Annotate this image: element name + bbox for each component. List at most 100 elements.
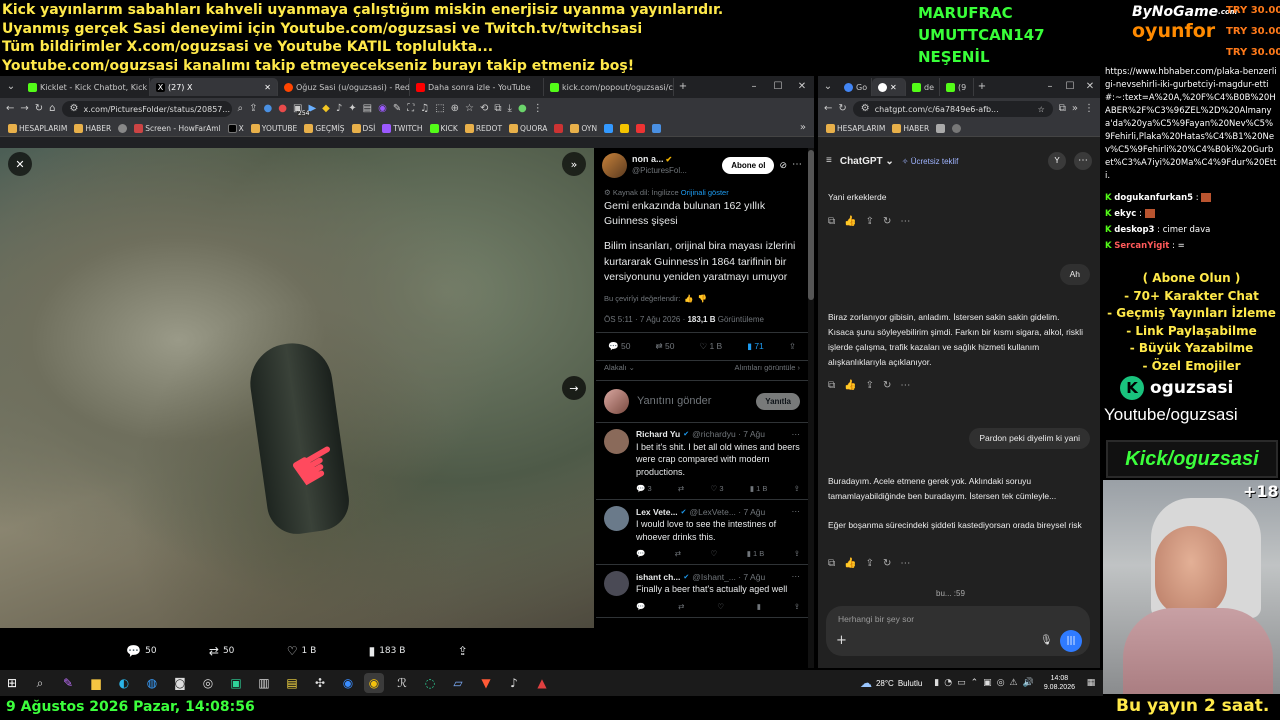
- reply-author[interactable]: ishant ch...: [636, 572, 680, 582]
- tray-icon[interactable]: ◔: [944, 678, 952, 688]
- retweet-button[interactable]: ⇄: [678, 602, 684, 611]
- app-icon[interactable]: ◉: [338, 673, 358, 693]
- follow-button[interactable]: Abone ol: [722, 156, 775, 174]
- bookmark-folder[interactable]: YOUTUBE: [250, 123, 297, 133]
- model-selector[interactable]: ChatGPT ⌄: [840, 156, 894, 167]
- avatar-icon[interactable]: ●: [518, 104, 527, 114]
- bookmark-folder[interactable]: TWITCH: [382, 123, 423, 133]
- more-icon[interactable]: ⋯: [792, 506, 801, 517]
- new-tab-icon[interactable]: +: [974, 82, 990, 92]
- extension-icon[interactable]: ▣ 254: [293, 104, 311, 117]
- tab-search-icon[interactable]: ⌄: [818, 82, 838, 92]
- thumbs-up-icon[interactable]: 👍: [844, 214, 856, 229]
- app-icon[interactable]: ▱: [448, 673, 468, 693]
- chat-input[interactable]: Herhangi bir şey sor: [838, 614, 914, 624]
- share-button[interactable]: ⇪: [789, 341, 796, 352]
- extension-icon[interactable]: ◉: [378, 104, 387, 114]
- bookmark-folder[interactable]: HESAPLARIM: [826, 123, 885, 133]
- address-bar[interactable]: ⚙ chatgpt.com/c/6a7849e6-afb... ☆: [852, 101, 1053, 117]
- views-button[interactable]: ▮: [757, 602, 761, 611]
- clock[interactable]: 14:08 9.08.2026: [1044, 674, 1075, 692]
- bookmark-link[interactable]: [604, 123, 614, 133]
- app-icon[interactable]: ▲: [532, 673, 552, 693]
- share-icon[interactable]: ⇪: [249, 104, 257, 114]
- grok-icon[interactable]: ⊘: [779, 160, 787, 170]
- thumbs-down-icon[interactable]: 👎: [698, 294, 707, 303]
- bookmark-folder[interactable]: REDOT: [464, 123, 502, 133]
- avatar[interactable]: [604, 506, 629, 531]
- reply-tweet[interactable]: Richard Yu ✔ @richardyu · 7 Ağu ⋯ I bet it's…: [596, 423, 808, 500]
- reply-button[interactable]: 💬: [636, 602, 645, 611]
- app-icon[interactable]: ✣: [310, 673, 330, 693]
- tray-icon[interactable]: ▭: [957, 678, 966, 688]
- bookmark-button[interactable]: ▮ 71: [747, 341, 764, 352]
- search-icon[interactable]: ⌕: [30, 673, 50, 693]
- tab-reddit[interactable]: Oğuz Sasi (u/oguzsasi) - Redd: [278, 78, 410, 96]
- reply-button[interactable]: 💬 50: [608, 341, 630, 352]
- minimize-icon[interactable]: –: [1040, 82, 1060, 92]
- bookmark-link[interactable]: Screen - HowFarAml: [134, 123, 221, 133]
- share-icon[interactable]: ⇪: [866, 556, 874, 571]
- scrollbar[interactable]: [808, 148, 814, 668]
- site-info-icon[interactable]: ⚙: [861, 104, 870, 114]
- app-icon[interactable]: ℛ: [392, 673, 412, 693]
- bookmark-link[interactable]: [620, 123, 630, 133]
- related-dropdown[interactable]: Alakalı ⌄: [604, 363, 635, 372]
- share-button[interactable]: ⇪: [794, 549, 800, 558]
- tray-icon[interactable]: ⚠: [1010, 678, 1018, 688]
- reply-input[interactable]: Yanıtını gönder: [637, 395, 748, 407]
- music-icon[interactable]: ♪: [504, 673, 524, 693]
- obs-icon[interactable]: ◎: [198, 673, 218, 693]
- more-icon[interactable]: »: [1072, 104, 1078, 114]
- show-original-link[interactable]: Orijinali göster: [681, 188, 729, 197]
- copy-icon[interactable]: ⧉: [828, 378, 835, 393]
- tweet-time[interactable]: ÖS 5:11 · 7 Ağu 2026 ·: [604, 315, 685, 324]
- reply-author[interactable]: Lex Vete...: [636, 507, 678, 517]
- reply-submit-button[interactable]: Yanıtla: [756, 392, 800, 410]
- chat-username[interactable]: ekyc: [1114, 209, 1136, 219]
- bookmark-link[interactable]: [936, 123, 946, 133]
- voice-mode-icon[interactable]: |||: [1060, 630, 1082, 652]
- menu-icon[interactable]: ⋮: [533, 104, 543, 114]
- close-icon[interactable]: ✕: [264, 83, 271, 92]
- like-button[interactable]: ♡: [711, 549, 718, 558]
- views-button[interactable]: ▮ 1 B: [747, 549, 765, 558]
- avatar[interactable]: [604, 571, 629, 596]
- avatar[interactable]: [602, 152, 627, 178]
- bookmark-folder[interactable]: OYN: [570, 123, 597, 133]
- copy-icon[interactable]: ⧉: [828, 556, 835, 571]
- extension-icon[interactable]: ⬚: [435, 104, 444, 114]
- tab-other[interactable]: (9: [940, 78, 974, 96]
- download-icon[interactable]: ⤓: [508, 104, 512, 114]
- app-icon[interactable]: ▥: [254, 673, 274, 693]
- menu-icon[interactable]: ⋮: [1084, 104, 1094, 114]
- bookmark-folder[interactable]: HABER: [74, 123, 111, 133]
- bookmark-folder[interactable]: QUORA: [509, 123, 547, 133]
- retweet-button[interactable]: ⇄: [675, 549, 681, 558]
- reply-button[interactable]: 💬 3: [636, 484, 652, 493]
- thumbs-up-icon[interactable]: 👍: [684, 294, 693, 303]
- share-icon[interactable]: ⇪: [866, 214, 874, 229]
- extension-icon[interactable]: ♫: [420, 104, 429, 114]
- bookmark-folder[interactable]: KICK: [429, 123, 458, 133]
- windows-start-icon[interactable]: ⊞: [2, 673, 22, 693]
- tray-icon[interactable]: ◎: [997, 678, 1005, 688]
- maximize-icon[interactable]: ☐: [766, 82, 790, 92]
- more-icon[interactable]: ⋯: [1074, 152, 1092, 170]
- avatar[interactable]: [604, 428, 629, 454]
- chat-username[interactable]: deskop3: [1114, 225, 1154, 235]
- retweet-button[interactable]: ⇄ 50: [655, 341, 674, 352]
- bookmark-folder[interactable]: DSİ: [351, 123, 375, 133]
- like-button[interactable]: ♡ 1 B: [699, 341, 722, 352]
- new-tab-icon[interactable]: +: [674, 82, 692, 92]
- author-handle[interactable]: @PicturesFol...: [632, 165, 717, 176]
- more-icon[interactable]: ⋯: [900, 378, 910, 393]
- minimize-icon[interactable]: –: [742, 82, 766, 92]
- tab-kicklet[interactable]: Kicklet - Kick Chatbot, Kick W: [22, 78, 150, 96]
- notification-icon[interactable]: ▦: [1081, 673, 1101, 693]
- like-button[interactable]: ♡ 3: [711, 484, 724, 493]
- zoom-icon[interactable]: ⌕: [238, 104, 244, 114]
- bookmark-link[interactable]: [652, 123, 662, 133]
- edge-icon[interactable]: ◐: [114, 673, 134, 693]
- volume-icon[interactable]: 🔊: [1023, 678, 1034, 688]
